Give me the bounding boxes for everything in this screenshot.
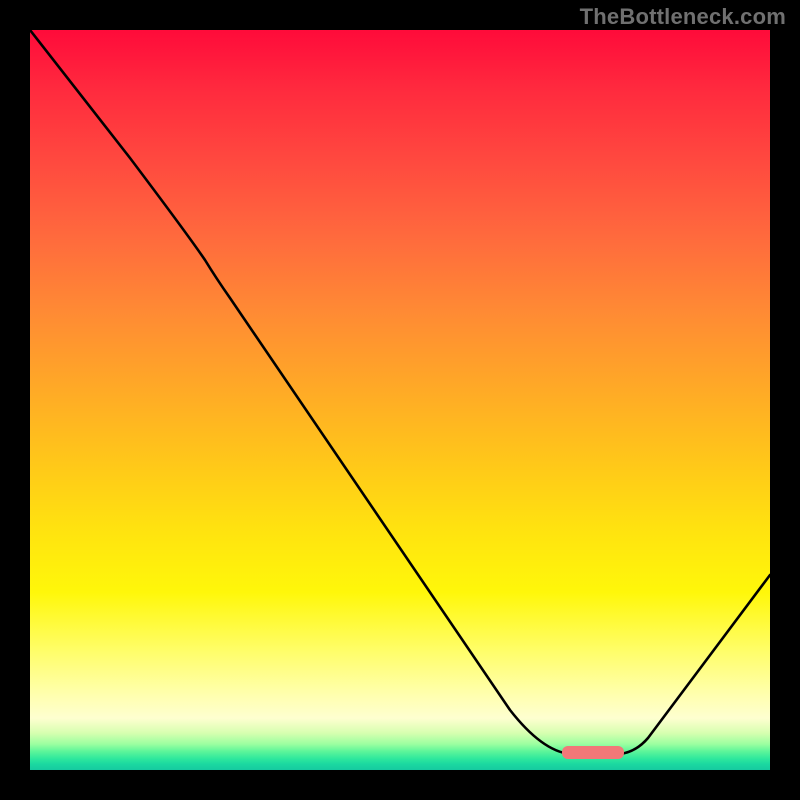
plot-area	[30, 30, 770, 770]
curve-layer	[30, 30, 770, 770]
optimal-marker	[562, 746, 624, 759]
bottleneck-curve	[30, 30, 770, 754]
chart-container: TheBottleneck.com	[0, 0, 800, 800]
watermark-text: TheBottleneck.com	[580, 4, 786, 30]
